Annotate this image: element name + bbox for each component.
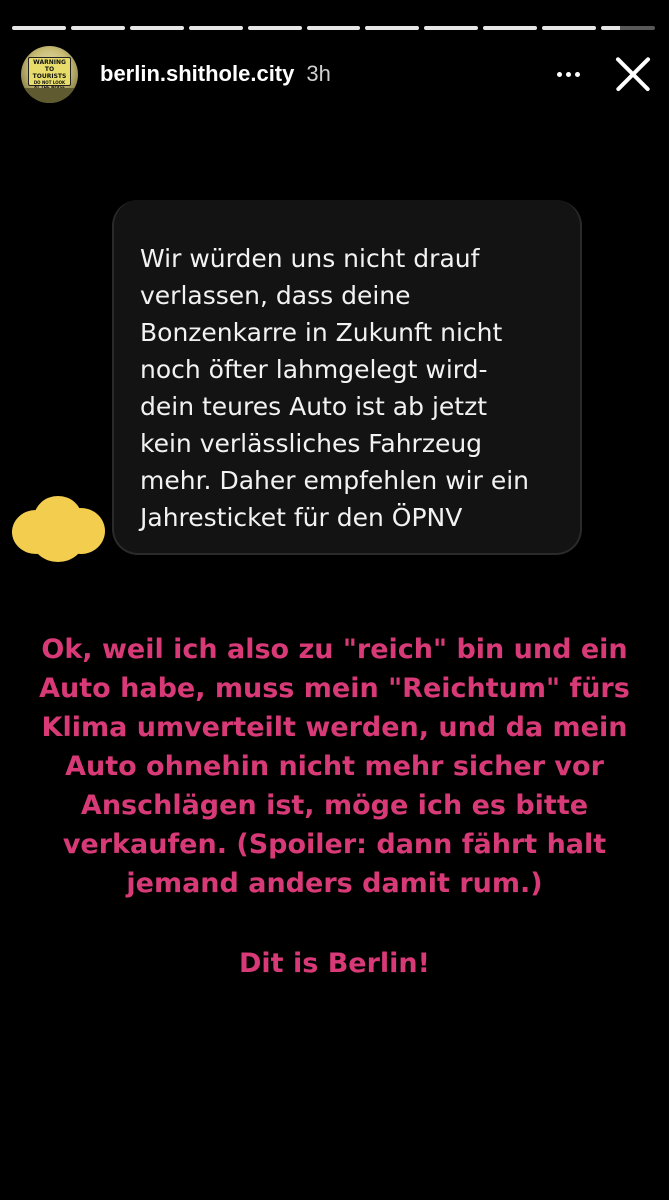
progress-segment — [424, 26, 479, 30]
progress-segment — [247, 26, 302, 30]
progress-segment — [542, 26, 597, 30]
progress-segment — [188, 26, 243, 30]
avatar-sign-text-1: WARNING — [33, 58, 66, 66]
progress-segment — [601, 26, 655, 30]
post-time: 3h — [306, 61, 331, 86]
story-progress-bar — [12, 26, 655, 30]
progress-segment — [365, 26, 420, 30]
username[interactable]: berlin.shithole.city — [100, 61, 294, 87]
message-text: Wir würden uns nicht drauf verlassen, da… — [140, 244, 530, 532]
close-icon[interactable] — [613, 54, 653, 94]
avatar-ground — [21, 87, 78, 103]
progress-segment — [483, 26, 538, 30]
more-horizontal-icon[interactable] — [553, 59, 583, 89]
story-caption: Ok, weil ich also zu "reich" bin und ein… — [39, 634, 630, 899]
story-caption-footer: Dit is Berlin! — [239, 948, 430, 979]
warning-sign-icon: WARNING TO TOURISTS DO NOT LOOK AT THE N… — [28, 56, 71, 90]
story-header: WARNING TO TOURISTS DO NOT LOOK AT THE N… — [21, 44, 653, 104]
progress-segment — [70, 26, 125, 30]
progress-segment — [306, 26, 361, 30]
progress-segment — [12, 26, 66, 30]
avatar-sign-text-2: TO TOURISTS — [32, 65, 67, 80]
progress-segment — [129, 26, 184, 30]
avatar-sign-text-3: DO NOT LOOK — [33, 79, 66, 85]
avatar[interactable]: WARNING TO TOURISTS DO NOT LOOK AT THE N… — [21, 45, 78, 103]
redaction-sticker — [12, 496, 107, 562]
